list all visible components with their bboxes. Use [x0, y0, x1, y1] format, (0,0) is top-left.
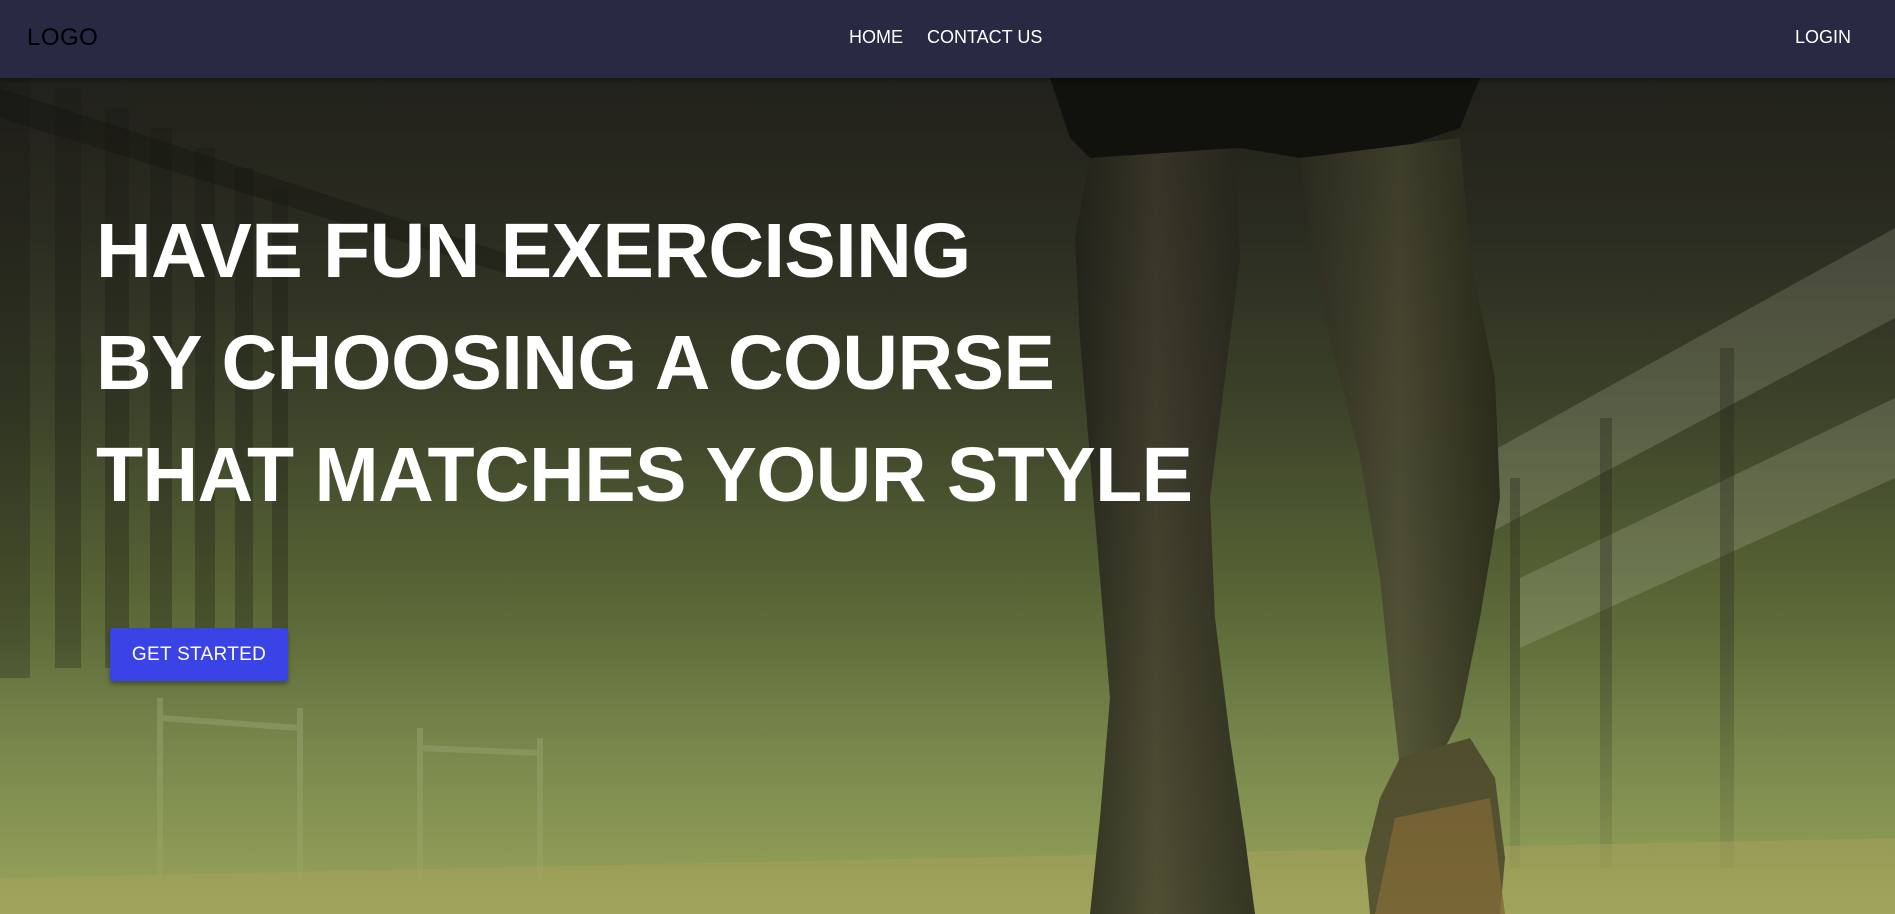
hero-heading: HAVE FUN EXERCISING BY CHOOSING A COURSE… [96, 195, 1193, 531]
hero-heading-line-1: HAVE FUN EXERCISING [96, 208, 971, 294]
get-started-button[interactable]: GET STARTED [110, 628, 288, 681]
hero-heading-line-3: THAT MATCHES YOUR STYLE [96, 432, 1193, 518]
top-navbar: LOGO HOME CONTACT US LOGIN [0, 0, 1895, 78]
nav-link-contact-us[interactable]: CONTACT US [927, 27, 1042, 48]
login-link[interactable]: LOGIN [1795, 27, 1851, 48]
nav-links: HOME CONTACT US [849, 27, 1042, 48]
site-logo[interactable]: LOGO [27, 24, 98, 52]
landing-page: LOGO HOME CONTACT US LOGIN HAVE FUN EXER… [0, 0, 1895, 914]
hero-heading-line-2: BY CHOOSING A COURSE [96, 320, 1055, 406]
nav-link-home[interactable]: HOME [849, 27, 903, 48]
